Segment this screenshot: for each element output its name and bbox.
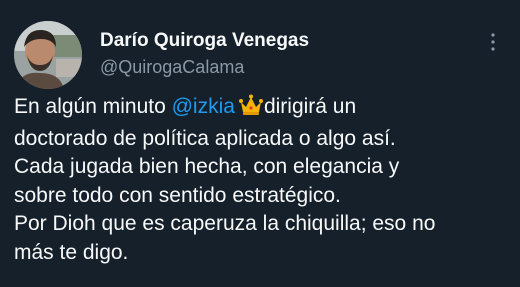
tweet-line-3: Cada jugada bien hecha, con elegancia y bbox=[14, 155, 400, 178]
tweet-line-1: En algún minuto @izkia dirigirá un bbox=[14, 93, 514, 125]
tweet-line-6: más te digo. bbox=[14, 240, 129, 264]
tweet-line-2: doctorado de política aplicada o algo as… bbox=[14, 126, 396, 150]
author-name[interactable]: Darío Quiroga Venegas bbox=[100, 29, 309, 53]
tweet-line-5: Por Dioh que es caperuza la chiquilla; e… bbox=[14, 212, 436, 235]
mention-link[interactable]: @izkia bbox=[172, 95, 235, 118]
tweet-text: En algún minuto @izkia dirigirá un doctor… bbox=[14, 93, 514, 267]
author-handle[interactable]: @QuirogaCalama bbox=[100, 55, 244, 79]
avatar[interactable] bbox=[14, 21, 82, 89]
tweet-text-segment: dirigirá un bbox=[263, 95, 357, 118]
tweet-card: Darío Quiroga Venegas @QuirogaCalama En … bbox=[0, 0, 520, 287]
tweet-text-segment: En algún minuto bbox=[14, 95, 172, 118]
tweet-line-4: sobre todo con sentido estratégico. bbox=[14, 183, 341, 207]
more-options-icon[interactable] bbox=[485, 30, 501, 54]
crown-icon bbox=[238, 94, 263, 125]
